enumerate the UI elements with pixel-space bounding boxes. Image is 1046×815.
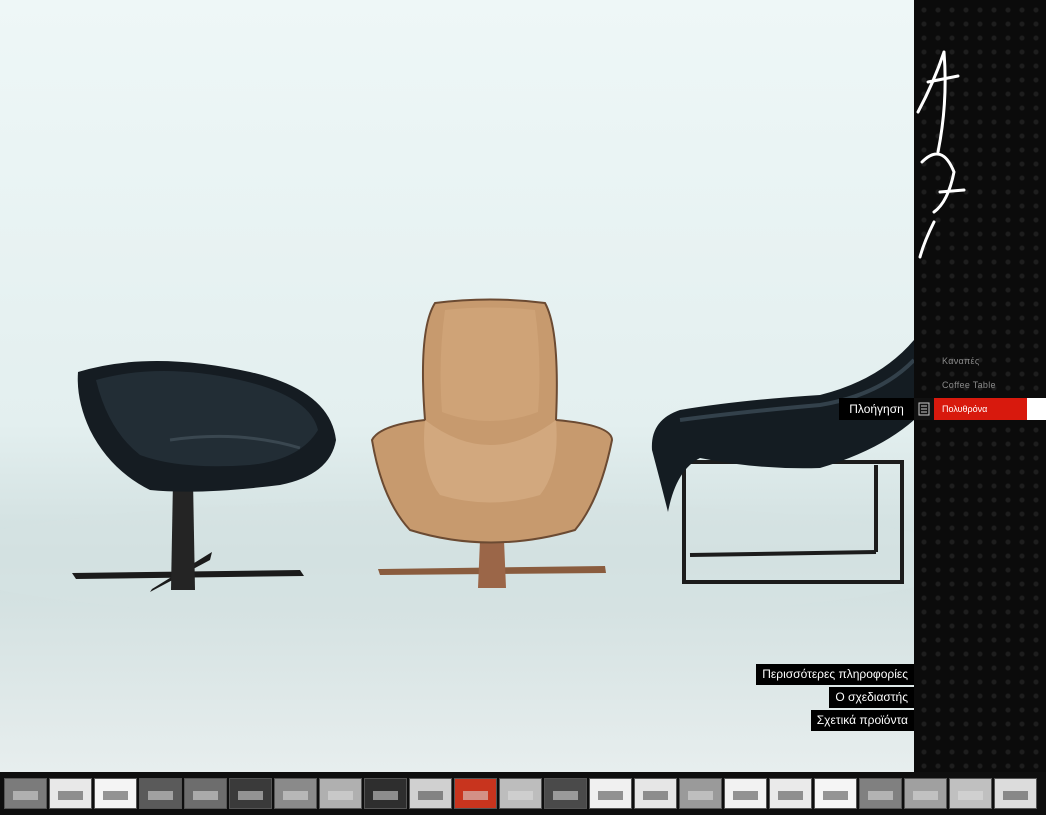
designer-link[interactable]: Ο σχεδιαστής xyxy=(829,687,914,708)
thumbnail-room-thumb[interactable] xyxy=(994,778,1037,809)
thumbnail-landscape-thumb[interactable] xyxy=(319,778,362,809)
thumbnail-lounger-thumb[interactable] xyxy=(49,778,92,809)
thumbnail-armchair-thumb[interactable] xyxy=(499,778,542,809)
thumbnail-chair-thumb[interactable] xyxy=(949,778,992,809)
thumbnail-cabinet-thumb[interactable] xyxy=(679,778,722,809)
thumbnail-chairs-thumb[interactable] xyxy=(364,778,407,809)
product-photo xyxy=(0,0,914,772)
thumbnail-chaise-thumb[interactable] xyxy=(589,778,632,809)
thumbnail-lounger-thumb[interactable] xyxy=(94,778,137,809)
thumbnail-sofa-thumb[interactable] xyxy=(139,778,182,809)
thumbnail-landscape-thumb[interactable] xyxy=(904,778,947,809)
thumbnail-chaise-thumb[interactable] xyxy=(634,778,677,809)
thumbnail-table-thumb[interactable] xyxy=(274,778,317,809)
thumbnail-list xyxy=(4,778,1037,809)
more-info-link[interactable]: Περισσότερες πληροφορίες xyxy=(756,664,914,685)
thumbnail-chairs-thumb[interactable] xyxy=(544,778,587,809)
thumbnail-red-armchair-thumb[interactable] xyxy=(454,778,497,809)
thumbnail-room-thumb[interactable] xyxy=(229,778,272,809)
menu-item-coffee-table[interactable]: Coffee Table xyxy=(942,380,996,390)
document-icon xyxy=(914,398,934,420)
thumbnail-sofa-thumb[interactable] xyxy=(184,778,227,809)
thumbnail-landscape-thumb[interactable] xyxy=(859,778,902,809)
thumbnail-chaise-thumb[interactable] xyxy=(814,778,857,809)
thumbnail-room-thumb[interactable] xyxy=(4,778,47,809)
signature-logo[interactable] xyxy=(914,42,974,262)
active-indicator xyxy=(1027,398,1046,420)
thumbnail-chair-thumb[interactable] xyxy=(409,778,452,809)
related-products-link[interactable]: Σχετικά προϊόντα xyxy=(810,710,914,731)
menu-item-armchairs[interactable]: Πολυθρόνα xyxy=(934,398,1027,420)
thumbnail-sofa-thumb[interactable] xyxy=(769,778,812,809)
navigation-label[interactable]: Πλοήγηση xyxy=(839,398,914,420)
thumbnail-strip xyxy=(0,772,1046,815)
sidebar-panel: Καναπές Coffee Table xyxy=(914,0,1046,772)
menu-item-sofas[interactable]: Καναπές xyxy=(942,356,979,366)
thumbnail-lounger-thumb[interactable] xyxy=(724,778,767,809)
menu-item-armchairs-row[interactable]: Πολυθρόνα xyxy=(914,398,1046,420)
